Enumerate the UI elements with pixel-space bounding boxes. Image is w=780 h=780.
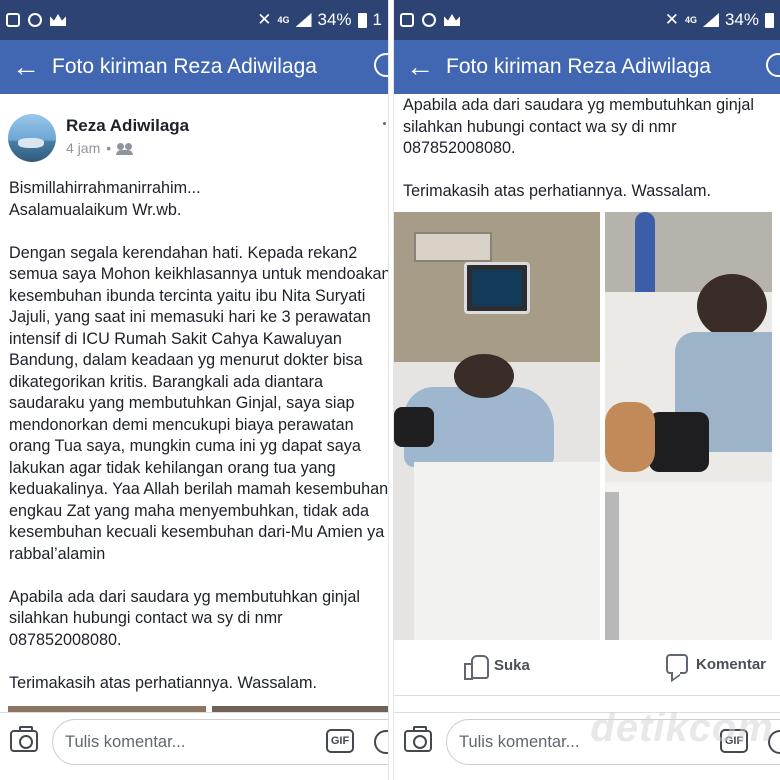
- battery-percent: 34%: [724, 10, 759, 29]
- like-label: Suka: [494, 656, 530, 674]
- gallery-icon: [6, 13, 20, 27]
- comment-icon: [666, 654, 688, 674]
- author-name[interactable]: Reza Adiwilaga: [66, 116, 189, 136]
- signal-icon: [702, 13, 719, 27]
- post-actions: Suka Komentar: [394, 640, 780, 696]
- post-text: Apabila ada dari saudara yg membutuhkan …: [403, 96, 754, 200]
- post-text: Bismillahirrahmanirrahim... Asalamualaik…: [9, 179, 388, 692]
- thumbs-up-icon: [464, 654, 489, 680]
- search-icon[interactable]: [766, 53, 780, 77]
- comment-composer: Tulis komentar... GIF: [0, 712, 388, 780]
- post-header: Reza Adiwilaga 4 jam •: [0, 108, 388, 168]
- like-button[interactable]: Suka: [464, 654, 530, 680]
- app-bar: ← Foto kiriman Reza Adiwilaga: [0, 40, 388, 94]
- page-title: Foto kiriman Reza Adiwilaga: [52, 55, 317, 78]
- instagram-icon: [422, 13, 436, 27]
- post-time[interactable]: 4 jam: [66, 140, 100, 156]
- signal-icon: [295, 13, 312, 27]
- gallery-icon: [400, 13, 414, 27]
- comment-label: Komentar: [696, 655, 767, 673]
- screenshot-collage: ✕ 4G 34% 1 ← Foto kiriman Reza Adiwilaga…: [0, 0, 780, 780]
- gif-button[interactable]: GIF: [326, 729, 354, 753]
- friends-icon: [116, 142, 134, 155]
- search-icon[interactable]: [374, 53, 388, 77]
- battery-icon: [357, 12, 367, 28]
- post-photos: [394, 212, 780, 640]
- network-label: 4G: [277, 14, 290, 25]
- post-meta: 4 jam •: [66, 140, 134, 156]
- network-label: 4G: [684, 14, 697, 25]
- comment-button[interactable]: Komentar: [666, 654, 766, 674]
- status-bar: ✕ 4G 34%: [394, 0, 780, 40]
- post-menu-icon[interactable]: [383, 122, 386, 125]
- post-photo-1[interactable]: [394, 212, 600, 640]
- camera-icon[interactable]: [404, 726, 432, 752]
- left-screen: ✕ 4G 34% 1 ← Foto kiriman Reza Adiwilaga…: [0, 0, 388, 780]
- status-bar: ✕ 4G 34% 1: [0, 0, 388, 40]
- app-bar: ← Foto kiriman Reza Adiwilaga: [394, 40, 780, 94]
- battery-percent: 34%: [317, 10, 352, 29]
- avatar[interactable]: [8, 114, 56, 162]
- camera-icon[interactable]: [10, 726, 38, 752]
- mute-icon: ✕: [664, 10, 679, 29]
- right-screen: ✕ 4G 34% ← Foto kiriman Reza Adiwilaga A…: [394, 0, 780, 780]
- back-arrow-icon[interactable]: ←: [0, 40, 52, 94]
- post-photo-2[interactable]: [605, 212, 772, 640]
- back-arrow-icon[interactable]: ←: [394, 40, 446, 94]
- battery-icon: [765, 12, 774, 28]
- status-extra: 1: [372, 10, 382, 29]
- crown-icon: [444, 14, 460, 26]
- meta-separator: •: [106, 140, 112, 156]
- watermark: detikcom: [590, 706, 774, 750]
- instagram-icon: [28, 13, 42, 27]
- page-title: Foto kiriman Reza Adiwilaga: [446, 55, 711, 78]
- crown-icon: [50, 14, 66, 26]
- mute-icon: ✕: [257, 10, 272, 29]
